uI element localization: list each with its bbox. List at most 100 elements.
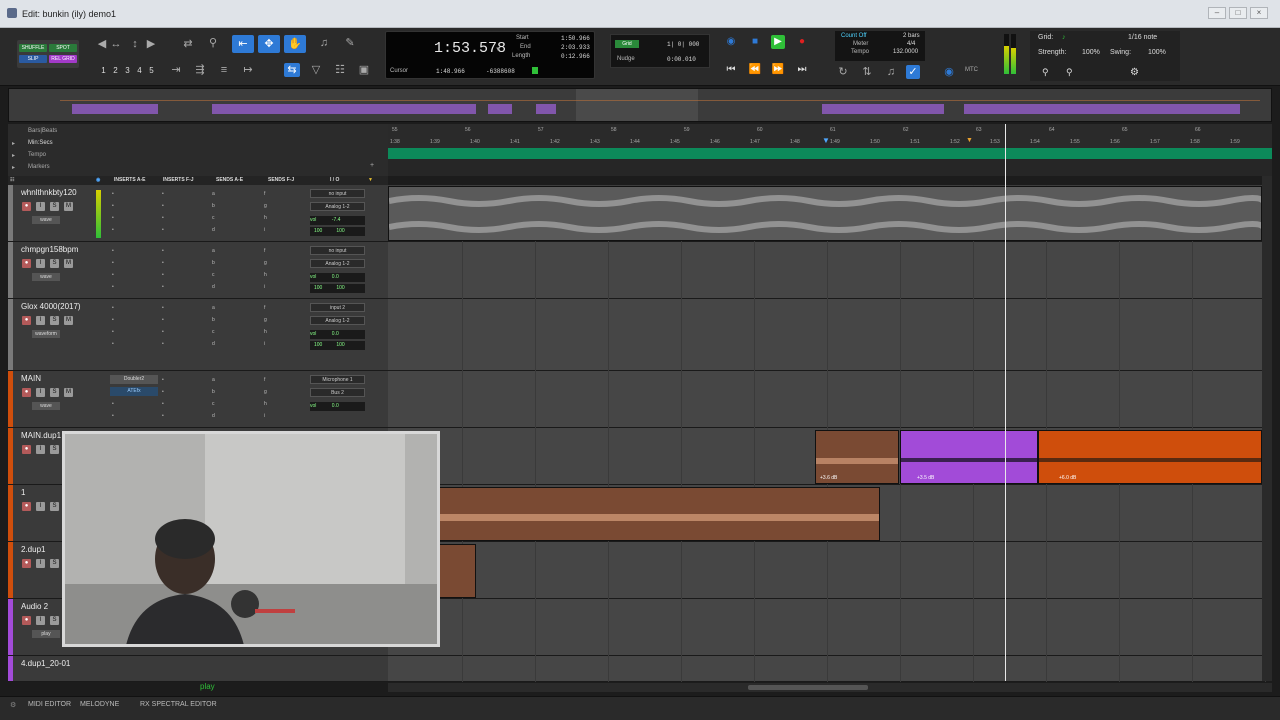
melodyne-tab[interactable]: MELODYNE [80, 701, 119, 708]
insert-slot[interactable]: • [162, 191, 164, 197]
input-monitor-button[interactable]: I [36, 316, 45, 325]
solo-button[interactable]: S [50, 259, 59, 268]
keyboard-focus-icon[interactable]: ▽ [308, 63, 324, 77]
input-selector[interactable]: no input [310, 189, 365, 198]
track-name[interactable]: Glox 4000(2017) [21, 302, 81, 311]
go-to-end-button[interactable]: ⏭ [795, 63, 809, 77]
send-slot[interactable]: h [264, 272, 267, 278]
insert-slot[interactable]: • [162, 284, 164, 290]
send-slot[interactable]: g [264, 203, 267, 209]
insert-slot[interactable]: • [112, 413, 114, 419]
record-enable-button[interactable]: ● [22, 502, 31, 511]
shuffle-mode-button[interactable]: SHUFFLE [19, 44, 47, 52]
insert-slot[interactable]: • [162, 401, 164, 407]
zoom-in-icon[interactable]: ▶ [146, 37, 156, 51]
input-monitor-button[interactable]: I [36, 388, 45, 397]
send-slot[interactable]: a [212, 248, 215, 254]
insert-plugin[interactable]: ATEfx [110, 387, 158, 396]
volume-field[interactable]: vol 0.0 [310, 330, 365, 339]
input-monitor-button[interactable]: I [36, 502, 45, 511]
send-slot[interactable]: i [264, 227, 265, 233]
track-view-selector[interactable]: wave [32, 216, 60, 224]
volume-value[interactable]: 0.0 [332, 403, 339, 409]
track-lane-7[interactable] [388, 542, 1262, 599]
input-selector[interactable]: input 2 [310, 303, 365, 312]
minimize-button[interactable]: – [1208, 7, 1226, 19]
zoom-toggle-icon[interactable]: ⇄ [180, 37, 196, 51]
pan-left-value[interactable]: 100 [314, 342, 322, 348]
pencil-tool-icon[interactable]: ✎ [342, 36, 358, 50]
ruler-expand-icon[interactable]: ▸ [12, 140, 15, 147]
zoom-horizontal-icon[interactable]: ↔ [108, 37, 124, 51]
solo-button[interactable]: S [50, 559, 59, 568]
markers-expand-icon[interactable]: ▸ [12, 164, 15, 171]
zoom-vertical-icon[interactable]: ↕ [127, 37, 143, 51]
send-slot[interactable]: h [264, 329, 267, 335]
zoom-preset-4[interactable]: 4 [135, 65, 144, 76]
send-slot[interactable]: d [212, 284, 215, 290]
length-value[interactable]: 0:12.966 [561, 53, 590, 60]
insert-slot[interactable]: • [162, 341, 164, 347]
commands-focus-icon[interactable]: ☷ [332, 63, 348, 77]
insert-slot[interactable]: • [162, 329, 164, 335]
tempo-ruler[interactable] [388, 148, 1272, 159]
send-slot[interactable]: b [212, 260, 215, 266]
record-enable-button[interactable]: ● [22, 616, 31, 625]
record-button[interactable]: ● [795, 35, 809, 49]
add-marker-icon[interactable]: + [370, 162, 374, 169]
insert-slot[interactable]: • [162, 272, 164, 278]
send-slot[interactable]: i [264, 413, 265, 419]
return-to-zero-button[interactable]: ⏮ [724, 63, 738, 77]
track-name[interactable]: 1 [21, 488, 25, 497]
mute-button[interactable]: M [64, 388, 73, 397]
send-slot[interactable]: c [212, 215, 215, 221]
send-slot[interactable]: d [212, 227, 215, 233]
record-enable-button[interactable]: ● [22, 259, 31, 268]
send-slot[interactable]: c [212, 329, 215, 335]
counter-dropdown-icon[interactable]: ▾ [494, 43, 502, 57]
zoom-preset-2[interactable]: 2 [111, 65, 120, 76]
track-lane-3[interactable] [388, 299, 1262, 371]
send-slot[interactable]: a [212, 191, 215, 197]
input-monitor-button[interactable]: I [36, 202, 45, 211]
send-slot[interactable]: h [264, 401, 267, 407]
selector-tool-icon[interactable]: ✥ [258, 35, 280, 53]
track-name[interactable]: Audio 2 [21, 602, 48, 611]
bottom-settings-icon[interactable]: ⚙ [10, 701, 16, 709]
insert-slot[interactable]: • [162, 377, 164, 383]
clip-gain-3[interactable]: +6.0 dB [1059, 475, 1076, 481]
insert-slot[interactable]: • [112, 329, 114, 335]
input-selector[interactable]: no input [310, 246, 365, 255]
output-selector[interactable]: Analog 1-2 [310, 316, 365, 325]
show-hide-icon[interactable]: ☷ [10, 177, 14, 183]
nudge-value[interactable]: 0:00.010 [667, 56, 696, 63]
pan-field[interactable]: 100 100 [310, 341, 365, 350]
track-header[interactable]: chmpgn158bpm ● I S Mwave a f • • b g • • c h • • d i • • no i… [8, 242, 388, 299]
pan-left-value[interactable]: 100 [314, 228, 322, 234]
link-track-icon[interactable]: ≡ [216, 63, 232, 77]
track-name[interactable]: MAIN [21, 374, 41, 383]
track-lane-4[interactable] [388, 371, 1262, 428]
insert-slot[interactable]: • [112, 191, 114, 197]
input-monitor-button[interactable]: I [36, 559, 45, 568]
insert-slot[interactable]: • [112, 227, 114, 233]
zoom-preset-3[interactable]: 3 [123, 65, 132, 76]
audio-clip-whnlthnkbty[interactable] [388, 186, 1262, 241]
output-selector[interactable]: Bus 2 [310, 388, 365, 397]
playhead[interactable] [1005, 124, 1006, 681]
send-slot[interactable]: i [264, 341, 265, 347]
track-name[interactable]: whnlthnkbty120 [21, 188, 77, 197]
insert-slot[interactable]: • [112, 341, 114, 347]
send-slot[interactable]: i [264, 284, 265, 290]
insert-slot[interactable]: • [112, 305, 114, 311]
insertion-follows-icon[interactable]: ↦ [240, 63, 256, 77]
insert-slot[interactable]: • [162, 413, 164, 419]
input-monitor-button[interactable]: I [36, 445, 45, 454]
volume-value[interactable]: 0.0 [332, 274, 339, 280]
track-header[interactable]: 4.dup1_20-01 [8, 656, 388, 682]
solo-button[interactable]: S [50, 388, 59, 397]
spot-mode-button[interactable]: SPOT [49, 44, 77, 52]
track-lane-8[interactable] [388, 599, 1262, 656]
insert-slot[interactable]: • [112, 203, 114, 209]
scrubber-tool-icon[interactable]: ♫ [316, 36, 332, 50]
